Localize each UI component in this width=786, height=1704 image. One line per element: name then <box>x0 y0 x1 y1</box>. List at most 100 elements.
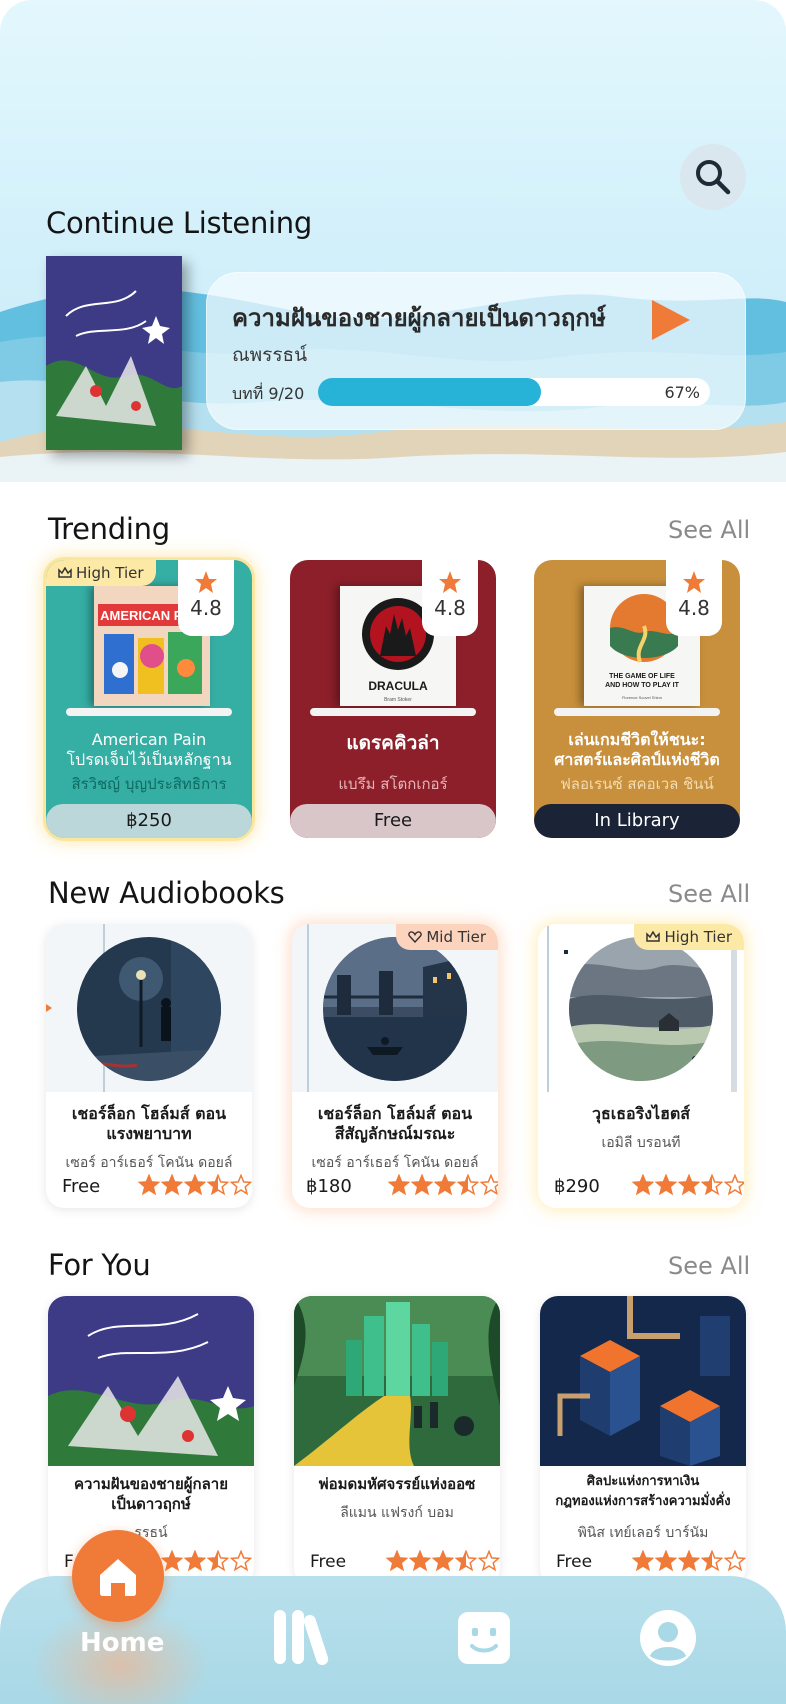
rating-value: 4.8 <box>190 596 222 620</box>
star-rating <box>388 1174 498 1196</box>
price-button[interactable]: Free <box>290 804 496 838</box>
recommended-book-art <box>294 1296 500 1466</box>
book-title-line: โปรดเจ็บไว้เป็นหลักฐาน <box>66 750 232 769</box>
recommended-book-title: ความฝันของชายผู้กลาย เป็นดาวฤกษ์ <box>56 1474 246 1514</box>
cover-title-text: THE GAME OF LIFE <box>609 673 675 680</box>
star-icon <box>701 1550 723 1572</box>
recommended-book-art <box>48 1296 254 1466</box>
windy-moor-illustration <box>569 937 713 1081</box>
tier-badge: High Tier <box>46 560 156 586</box>
book-title-line: เล่นเกมชีวิตให้ชนะ: <box>568 730 706 749</box>
audiobook-title: เชอร์ล็อก โฮล์มส์ ตอน แรงพยาบาท <box>54 1104 244 1144</box>
star-icon <box>388 1174 410 1196</box>
emerald-city-cover-art <box>294 1296 500 1466</box>
star-icon <box>207 1550 229 1572</box>
star-icon <box>632 1550 654 1572</box>
star-icon <box>184 1174 206 1196</box>
for-you-see-all-link[interactable]: See All <box>668 1252 750 1280</box>
audiobook-title-line: เชอร์ล็อก โฮล์มส์ ตอน <box>317 1104 473 1123</box>
listening-progress-percent: 67% <box>664 383 700 402</box>
recommended-book-card[interactable]: ศิลปะแห่งการหาเงิน กฎทองแห่งการสร้างความ… <box>540 1296 746 1586</box>
star-icon <box>161 1174 183 1196</box>
listening-progress-bar: 67% <box>318 378 710 406</box>
home-icon <box>100 1559 136 1596</box>
audiobook-card[interactable]: Mid Tier เชอร์ล็อก โฮล์มส์ ตอน สีสัญลักษ… <box>292 924 498 1208</box>
star-rating <box>386 1550 500 1572</box>
new-audiobooks-heading: New Audiobooks <box>48 876 285 910</box>
cover-title-text: DRACULA <box>368 679 428 693</box>
cover-author-text: Florence Scovel Shinn <box>622 695 662 700</box>
cover-author-text: Bram Stoker <box>384 697 412 703</box>
trending-card[interactable]: AMERICAN PAIN High Tier 4.8 American Pai… <box>46 560 252 838</box>
audiobook-price: Free <box>62 1176 101 1197</box>
star-icon <box>724 1174 744 1196</box>
isometric-blocks-cover-art <box>540 1296 746 1466</box>
book-title-line: American Pain <box>91 730 207 749</box>
book-author: แบรึม สโตกเกอร์ <box>338 775 448 793</box>
profile-icon[interactable] <box>638 1608 698 1668</box>
tier-label: Mid Tier <box>426 928 486 946</box>
recommended-book-card[interactable]: พ่อมดมหัศจรรย์แห่งออซ ลีแมน แฟรงก์ บอม F… <box>294 1296 500 1586</box>
library-icon[interactable] <box>270 1608 332 1666</box>
chat-face-icon[interactable] <box>456 1610 512 1666</box>
rating-value: 4.8 <box>678 596 710 620</box>
book-author: สิรวิชญ์ บุญประสิทธิการ <box>71 775 227 793</box>
continue-listening-heading: Continue Listening <box>46 206 312 240</box>
in-library-button[interactable]: In Library <box>534 804 740 838</box>
star-icon <box>724 1550 746 1572</box>
star-icon <box>480 1174 498 1196</box>
recommended-book-price: Free <box>310 1552 347 1572</box>
chapter-progress-label: บทที่ 9/20 <box>232 384 305 403</box>
book-author: ฟลอเรนซ์ สคอเวล ชินน์ <box>560 775 714 793</box>
price-button[interactable]: ฿250 <box>46 804 252 838</box>
new-audiobooks-see-all-link[interactable]: See All <box>668 880 750 908</box>
star-icon <box>195 571 217 593</box>
star-icon <box>457 1174 479 1196</box>
tier-badge: Mid Tier <box>396 924 498 950</box>
shelf-divider <box>66 708 232 716</box>
crown-icon <box>646 931 661 942</box>
star-icon <box>455 1550 477 1572</box>
star-icon <box>230 1174 252 1196</box>
star-rating <box>138 1174 252 1196</box>
recommended-book-art <box>540 1296 746 1466</box>
recommended-book-card[interactable]: ความฝันของชายผู้กลาย เป็นดาวฤกษ์ รรธน์ F <box>48 1296 254 1586</box>
play-icon[interactable] <box>646 296 694 344</box>
search-button[interactable] <box>680 144 746 210</box>
star-icon <box>409 1550 431 1572</box>
recommended-book-title-line: เป็นดาวฤกษ์ <box>111 1495 191 1513</box>
audiobook-author: เอมิลี บรอนที <box>601 1135 681 1151</box>
heart-icon <box>408 931 423 943</box>
star-icon <box>655 1174 677 1196</box>
audiobook-circle-art <box>323 937 467 1081</box>
star-rating <box>632 1550 746 1572</box>
home-nav-label[interactable]: Home <box>80 1628 164 1658</box>
audiobook-price: ฿180 <box>306 1176 352 1197</box>
tier-badge: High Tier <box>634 924 744 950</box>
recommended-book-title-line: ความฝันของชายผู้กลาย <box>73 1475 229 1493</box>
audiobook-price: ฿290 <box>554 1176 600 1197</box>
tier-label: High Tier <box>76 564 144 582</box>
book-cover-art <box>46 256 182 450</box>
recommended-book-author: พินิส เทย์เลอร์ บาร์นัม <box>577 1525 709 1541</box>
audiobook-art <box>46 924 252 1092</box>
cover-subtitle-text: AND HOW TO PLAY IT <box>605 682 679 689</box>
home-button[interactable] <box>72 1530 164 1622</box>
star-icon <box>678 1550 700 1572</box>
rating-box: 4.8 <box>422 560 478 636</box>
audiobook-card[interactable]: High Tier วุธเธอริงไฮตส์ เอมิลี บรอนที ฿… <box>538 924 744 1208</box>
continue-listening-card[interactable]: ความฝันของชายผู้กลายเป็นดาวฤกษ์ ณพรรธน์ … <box>206 272 746 430</box>
star-icon <box>161 1550 183 1572</box>
continue-listening-cover[interactable] <box>46 256 182 450</box>
star-icon <box>411 1174 433 1196</box>
star-icon <box>655 1550 677 1572</box>
trending-see-all-link[interactable]: See All <box>668 516 750 544</box>
rating-value: 4.8 <box>434 596 466 620</box>
for-you-heading: For You <box>48 1248 151 1282</box>
star-icon <box>478 1550 500 1572</box>
trending-card[interactable]: THE GAME OF LIFE AND HOW TO PLAY IT Flor… <box>534 560 740 838</box>
star-icon <box>439 571 461 593</box>
audiobook-card[interactable]: เชอร์ล็อก โฮล์มส์ ตอน แรงพยาบาท เซอร์ อา… <box>46 924 252 1208</box>
star-icon <box>184 1550 206 1572</box>
trending-card[interactable]: DRACULA Bram Stoker 4.8 แดรคคิวล่า แบรึม… <box>290 560 496 838</box>
